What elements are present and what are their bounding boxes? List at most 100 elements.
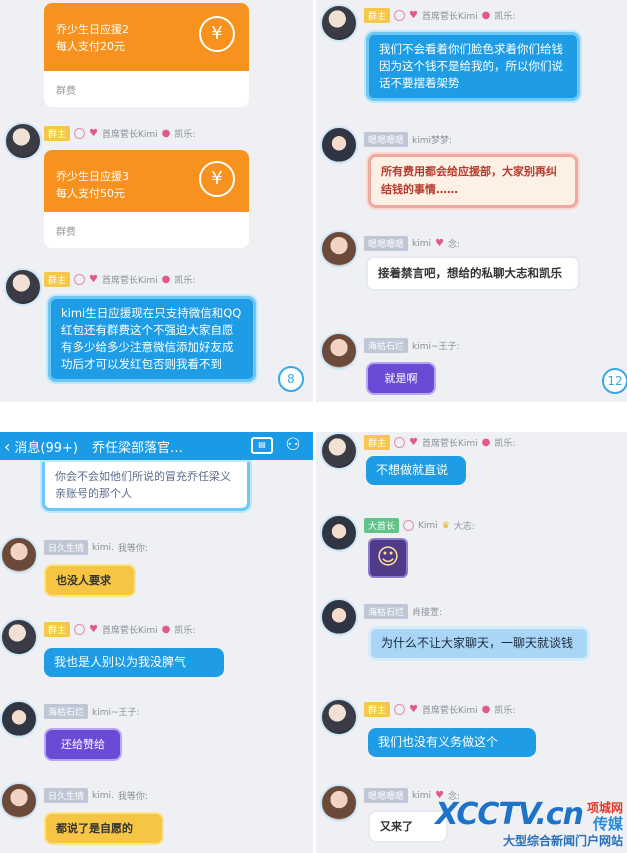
ring-icon	[394, 704, 406, 715]
sleepy-emoji-sticker[interactable]: ☺	[368, 538, 408, 578]
sender-name: kimi梦梦:	[412, 136, 453, 146]
back-arrow-icon[interactable]: ‹	[0, 437, 14, 456]
sender-name-2: 念:	[447, 240, 461, 250]
rank-badge: 嗯嗯嗯嗯	[364, 236, 409, 251]
unread-messages-link[interactable]: 消息(99+)	[14, 437, 78, 456]
title-bar: ‹ 消息(99+) 乔任梁部落官… ▤ ⚇	[0, 432, 313, 460]
avatar[interactable]	[320, 698, 358, 736]
chat-panel-4: 不想做就直说 群主 ♥ 首席菅长Kimi ● 凯乐: 大首长 Kimi ♛ 大志…	[316, 432, 627, 853]
sender-name-2: 凯乐:	[494, 439, 516, 449]
sender-line: 海枯石烂 kimi~王子:	[44, 704, 140, 719]
sender-line: 海枯石烂 肖接萱:	[364, 604, 442, 619]
unread-count-badge[interactable]: 8	[278, 366, 304, 392]
crown-icon: ♛	[441, 520, 450, 531]
avatar[interactable]	[320, 432, 358, 470]
avatar[interactable]	[320, 230, 358, 268]
avatar[interactable]	[320, 332, 358, 370]
chat-panel-2: 群主 ♥ 首席菅长Kimi ● 凯乐: 我们不会看着你们脸色求着你们给钱因为这个…	[316, 0, 627, 402]
avatar[interactable]	[320, 4, 358, 42]
heart-icon: ♥	[409, 10, 418, 21]
message-bubble[interactable]: 我们也没有义务做这个	[368, 728, 536, 757]
watermark-brand: XCCTV.cn	[435, 797, 584, 832]
avatar[interactable]	[4, 122, 42, 160]
sender-name: 首席菅长Kimi	[101, 276, 158, 286]
red-packet-card[interactable]: 乔少生日应援3 每人支付50元 ¥ 群费	[44, 150, 249, 248]
rank-badge: 群主	[364, 8, 391, 23]
sender-name: 首席菅长Kimi	[101, 626, 158, 636]
avatar[interactable]	[4, 268, 42, 306]
ring-icon	[74, 624, 86, 635]
sender-name: 首席菅长Kimi	[101, 130, 158, 140]
message-bubble[interactable]: 我们不会看着你们脸色求着你们给钱因为这个钱不是给我的，所以你们说话不要摆着架势	[366, 32, 580, 101]
sender-line: 群主 ♥ 首席菅长Kimi ● 凯乐:	[44, 272, 195, 287]
group-card-icon[interactable]: ▤	[251, 437, 273, 454]
sender-name-2: 凯乐:	[174, 626, 196, 636]
sender-name-2: 凯乐:	[174, 130, 196, 140]
heart-icon: ♥	[89, 128, 98, 139]
message-bubble[interactable]: 还给赞给	[44, 728, 122, 761]
rank-badge: 日久生情	[44, 788, 89, 803]
rank-badge: 群主	[44, 126, 71, 141]
sender-name: 首席菅长Kimi	[421, 12, 478, 22]
watermark-cn1: 项城网	[586, 801, 623, 815]
sender-name-2: 凯乐:	[494, 706, 516, 716]
heart-icon: ♥	[409, 704, 418, 715]
avatar[interactable]	[320, 598, 358, 636]
ring-icon	[394, 10, 406, 21]
rank-badge: 嗯嗯嗯嗯	[364, 788, 409, 803]
ring-icon	[74, 274, 86, 285]
sender-line: 群主 ♥ 首席菅长Kimi ● 凯乐:	[44, 126, 195, 141]
sender-name: 首席菅长Kimi	[421, 439, 478, 449]
avatar[interactable]	[320, 514, 358, 552]
sender-name: Kimi	[418, 520, 438, 531]
message-bubble[interactable]: 接着禁言吧，想给的私聊大志和凯乐	[366, 256, 580, 291]
rank-badge: 群主	[44, 622, 71, 637]
sender-line: 日久生情 kimi. 我等你:	[44, 540, 148, 555]
sender-line: 群主 ♥ 首席菅长Kimi ● 凯乐:	[364, 8, 515, 23]
sender-name: 首席菅长Kimi	[421, 706, 478, 716]
red-packet-footer: 群费	[56, 86, 76, 97]
sender-name: kimi~王子:	[92, 708, 140, 718]
sender-name: kimi.	[92, 790, 114, 801]
heart-icon: ♥	[409, 437, 418, 448]
message-bubble[interactable]: 就是啊	[366, 362, 436, 395]
rank-badge: 大首长	[364, 518, 400, 533]
message-bubble[interactable]: 也没人要求	[44, 564, 136, 597]
message-bubble[interactable]: 所有费用都会给应援部，大家别再纠结钱的事情……	[368, 154, 578, 208]
sender-name: kimi	[412, 790, 431, 801]
message-bubble[interactable]: 都说了是自愿的	[44, 812, 164, 845]
sender-line: 嗯嗯嗯嗯 kimi ♥ 念:	[364, 236, 460, 251]
sender-name-2: 凯乐:	[494, 12, 516, 22]
lips-icon: ●	[481, 437, 491, 448]
red-packet-footer: 群费	[56, 227, 76, 238]
rank-badge: 群主	[364, 435, 391, 450]
red-packet-card[interactable]: 乔少生日应援2 每人支付20元 ¥ 群费	[44, 3, 249, 107]
avatar[interactable]	[320, 784, 358, 822]
lips-icon: ●	[161, 624, 171, 635]
message-bubble[interactable]: 不想做就直说	[366, 456, 466, 485]
avatar[interactable]	[320, 126, 358, 164]
chat-title: 乔任梁部落官…	[92, 440, 184, 456]
ring-icon	[74, 128, 86, 139]
heart-icon: ♥	[89, 624, 98, 635]
sender-line: 日久生情 kimi. 我等你:	[44, 788, 148, 803]
lips-icon: ●	[481, 10, 491, 21]
avatar[interactable]	[0, 536, 38, 574]
ring-icon	[403, 520, 415, 531]
avatar[interactable]	[0, 782, 38, 820]
message-bubble[interactable]: 为什么不让大家聊天，一聊天就谈钱	[368, 626, 590, 661]
lips-icon: ●	[481, 704, 491, 715]
message-bubble[interactable]: 你会不会如他们所说的冒充乔任梁义亲账号的那个人	[42, 462, 250, 511]
unread-count-badge[interactable]: 12	[602, 368, 627, 394]
sender-line: 群主 ♥ 首席菅长Kimi ● 凯乐:	[364, 435, 515, 450]
chat-panel-3: ‹ 消息(99+) 乔任梁部落官… ▤ ⚇ 你会不会如他们所说的冒充乔任梁义亲账…	[0, 432, 313, 853]
watermark-slogan: 大型综合新闻门户网站	[502, 834, 623, 848]
chat-panel-1: 乔少生日应援2 每人支付20元 ¥ 群费 群主 ♥ 首席菅长Kimi ● 凯乐:…	[0, 0, 313, 402]
avatar[interactable]	[0, 700, 38, 738]
rank-badge: 日久生情	[44, 540, 89, 555]
message-bubble[interactable]: 我也是人别以为我没脾气	[44, 648, 224, 677]
people-icon[interactable]: ⚇	[281, 435, 305, 457]
message-bubble[interactable]: kimi生日应援现在只支持微信和QQ红包还有群费这个不强迫大家自愿有多少给多少注…	[48, 296, 256, 382]
sender-line: 群主 ♥ 首席菅长Kimi ● 凯乐:	[364, 702, 515, 717]
avatar[interactable]	[0, 618, 38, 656]
